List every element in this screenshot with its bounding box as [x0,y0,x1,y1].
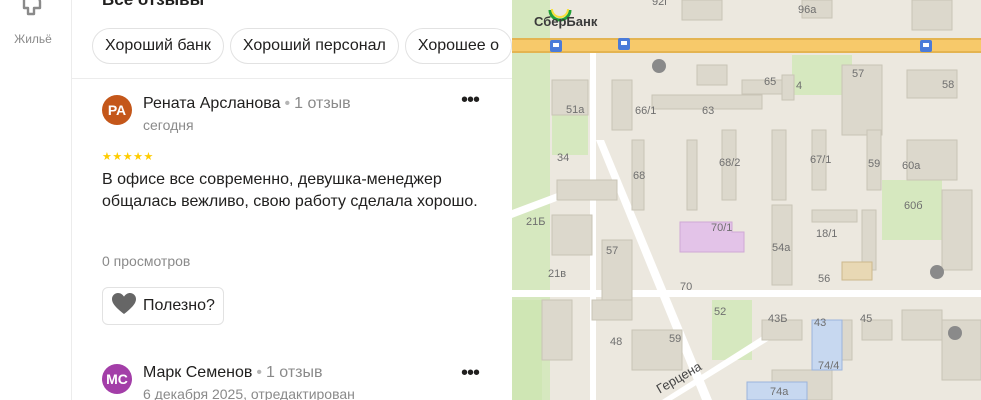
chip-good-bank[interactable]: Хороший банк [92,28,224,64]
map[interactable]: СберБанк Герцена 92г 96а 57 58 65 4 51а … [512,0,981,400]
rating-stars: ★★★★★ [102,151,154,163]
house-number: 74/4 [818,360,840,372]
heart-icon [112,292,136,314]
house-number: 96а [798,4,817,16]
more-options-icon[interactable]: ••• [458,90,482,113]
house-number: 54а [772,242,791,254]
house-number: 63 [702,105,715,117]
more-options-icon[interactable]: ••• [458,363,482,386]
separator-dot: • [256,364,262,381]
house-number: 70 [680,281,693,293]
review-tag-chips: Хороший банк Хороший персонал Хорошее о [92,28,512,64]
house-number: 66/1 [635,105,657,117]
house-number: 18/1 [816,228,838,240]
review-author: Рената Арсланова • 1 отзыв [143,95,351,113]
house-number: 45 [860,313,873,325]
home-pin-icon [22,0,42,16]
avatar[interactable]: РА [102,95,132,125]
house-number: 57 [606,245,619,257]
review-author: Марк Семенов • 1 отзыв [143,364,323,382]
house-number: 70/1 [711,222,733,234]
author-review-count: 1 отзыв [265,364,323,381]
view-count: 0 просмотров [102,253,191,269]
house-number: 43 [814,317,827,329]
reviews-panel: Все отзывы Хороший банкХороший персоналХ… [72,0,512,400]
house-number: 43Б [768,313,788,325]
house-number: 4 [796,80,803,92]
rail-item-label: Жильё [14,32,52,46]
author-review-count: 1 отзыв [294,95,351,112]
review-text: В офисе все современно, девушка-менеджер… [102,171,478,210]
house-number: 56 [818,273,831,285]
map-poi-label[interactable]: СберБанк [534,14,597,29]
house-number: 60а [902,160,921,172]
review-date: сегодня [143,117,194,133]
house-number: 68/2 [719,157,741,169]
review-date: 6 декабря 2025, отредактирован [143,386,355,400]
divider [72,78,512,79]
chip-good-other[interactable]: Хорошее о [404,28,512,64]
author-name[interactable]: Рената Арсланова [143,95,281,112]
useful-label: Полезно? [143,297,215,314]
house-number: 48 [610,336,623,348]
house-number: 74а [770,386,789,398]
author-name[interactable]: Марк Семенов [143,364,252,381]
avatar[interactable]: МС [102,364,132,394]
house-number: 92г [652,0,669,8]
house-number: 21Б [526,216,546,228]
house-number: 59 [669,333,682,345]
useful-button[interactable]: Полезно? [102,287,224,325]
house-number: 34 [557,152,570,164]
house-number: 21в [548,268,567,280]
house-number: 58 [942,79,955,91]
house-number: 60б [904,200,923,212]
section-title: Все отзывы [102,0,204,10]
chip-good-staff[interactable]: Хороший персонал [229,28,399,64]
house-number: 59 [868,158,881,170]
separator-dot: • [284,95,291,112]
rail-item-housing[interactable]: Жильё [0,0,72,52]
house-number: 57 [852,68,865,80]
house-number: 67/1 [810,154,832,166]
house-number: 52 [714,306,727,318]
house-number: 68 [633,170,646,182]
left-rail: Жильё [0,0,72,400]
house-number: 65 [764,76,777,88]
house-number: 51а [566,104,585,116]
